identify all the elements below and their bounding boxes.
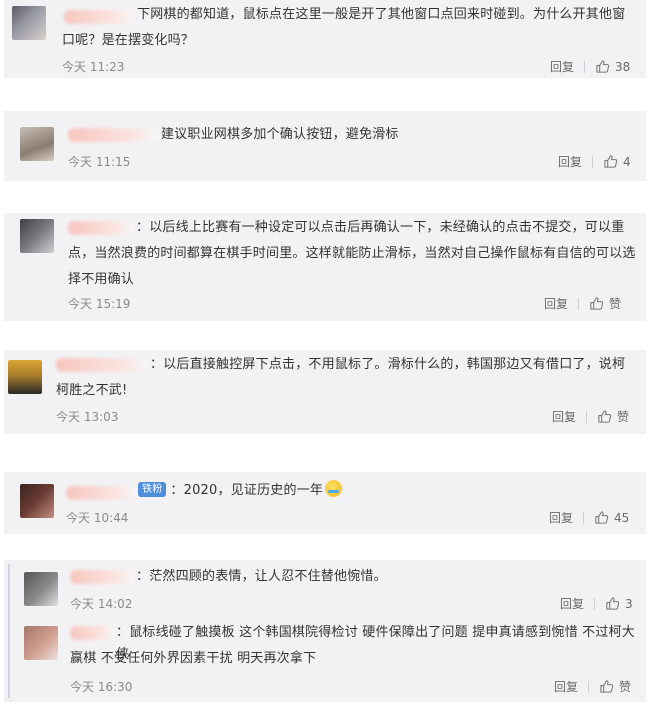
- avatar[interactable]: [20, 219, 54, 253]
- fan-badge: 铁粉: [138, 482, 167, 497]
- comment-card: ：以后直接触控屏下点击，不用鼠标了。滑标什么的，韩国那边又有借口了，说柯 柯胜之…: [4, 350, 646, 434]
- comment-actions: 回复 38: [550, 58, 630, 75]
- comment-text: 铁粉 ：2020，见证历史的一年: [138, 480, 343, 502]
- thumbs-up-icon: [600, 680, 614, 693]
- comment-text: 点，当然浪费的时间都算在棋手时间里。这样就能防止滑标，当然对自己操作鼠标有自信的…: [68, 246, 636, 261]
- username-blurred[interactable]: [64, 10, 134, 24]
- thumbs-up-icon: [595, 511, 609, 524]
- like-count: 4: [623, 154, 631, 169]
- username-blurred[interactable]: [70, 570, 134, 584]
- divider: [586, 410, 588, 423]
- avatar[interactable]: [20, 127, 54, 161]
- like-button[interactable]: 38: [595, 59, 630, 74]
- comment-card: ：以后线上比赛有一种设定可以点击后再确认一下，未经确认的点击不提交，可以重 点，…: [4, 213, 646, 321]
- crying-laugh-emoji-icon: [325, 480, 343, 497]
- like-button[interactable]: 赞: [599, 678, 631, 695]
- comment-text-body: ：2020，见证历史的一年: [170, 483, 324, 498]
- like-button[interactable]: 45: [594, 510, 629, 525]
- thread-line: [8, 564, 10, 698]
- reply-button[interactable]: 回复: [558, 153, 582, 170]
- comment-actions: 回复 赞: [552, 408, 629, 425]
- comment-time: 今天 15:19: [68, 297, 131, 311]
- like-count: 38: [615, 59, 631, 74]
- comment-time: 今天 11:15: [68, 155, 131, 169]
- comment-card: 建议职业网棋多加个确认按钮，避免滑标 今天 11:15 回复 4: [4, 111, 646, 181]
- avatar[interactable]: [24, 626, 58, 660]
- username-blurred[interactable]: [68, 221, 134, 235]
- username-blurred[interactable]: [68, 128, 158, 142]
- comment-card: 下网棋的都知道，鼠标点在这里一般是开了其他窗口点回来时碰到。为什么开其他窗 口呢…: [4, 0, 646, 78]
- comment-text: 建议职业网棋多加个确认按钮，避免滑标: [161, 127, 399, 142]
- reply-button[interactable]: 回复: [544, 295, 568, 312]
- comment-text: 下网棋的都知道，鼠标点在这里一般是开了其他窗口点回来时碰到。为什么开其他窗: [137, 4, 637, 26]
- like-button[interactable]: 赞: [597, 408, 629, 425]
- thumbs-up-icon: [606, 597, 620, 610]
- like-button[interactable]: 赞: [589, 295, 621, 312]
- comment-actions: 回复 4: [558, 153, 631, 170]
- like-button[interactable]: 3: [605, 596, 633, 611]
- comment-time: 今天 10:44: [66, 511, 129, 525]
- comment-text-line: 下网棋的都知道，鼠标点在这里一般是开了其他窗口点回来时碰到。为什么开其他窗: [137, 7, 626, 22]
- reply-button[interactable]: 回复: [550, 58, 574, 75]
- comment-actions: 回复 赞: [554, 678, 631, 695]
- comment-text: 柯胜之不武!: [56, 383, 128, 398]
- divider: [594, 597, 596, 610]
- comment-text: ：以后线上比赛有一种设定可以点击后再确认一下，未经确认的点击不提交，可以重: [136, 220, 625, 235]
- comment-text-line: 口呢？是在摆变化吗？: [62, 33, 195, 48]
- reply-button[interactable]: 回复: [554, 678, 578, 695]
- divider: [578, 297, 580, 310]
- like-count: 赞: [617, 410, 630, 424]
- avatar[interactable]: [8, 360, 42, 394]
- divider: [583, 511, 585, 524]
- comment-thread: ：茫然四顾的表情，让人忍不住替他惋惜。 今天 14:02 回复 3 ：鼠标线碰了…: [4, 560, 646, 702]
- like-button[interactable]: 4: [603, 154, 631, 169]
- comment-actions: 回复 赞: [544, 295, 621, 312]
- divider: [588, 680, 590, 693]
- thumbs-up-icon: [604, 155, 618, 168]
- username-blurred[interactable]: [66, 486, 136, 500]
- comment-time: 今天 16:30: [70, 680, 133, 694]
- like-count: 赞: [619, 680, 632, 694]
- comment-actions: 回复 3: [560, 595, 633, 612]
- comment-time: 今天 14:02: [70, 597, 133, 611]
- like-count: 赞: [609, 297, 622, 311]
- avatar[interactable]: [20, 484, 54, 518]
- username-blurred[interactable]: [70, 626, 114, 640]
- thumbs-up-icon: [590, 297, 604, 310]
- comment-actions: 回复 45: [549, 509, 629, 526]
- comment-text: ：以后直接触控屏下点击，不用鼠标了。滑标什么的，韩国那边又有借口了，说柯: [150, 357, 626, 372]
- reply-button[interactable]: 回复: [552, 408, 576, 425]
- reply-button[interactable]: 回复: [549, 509, 573, 526]
- comment-card: 铁粉 ：2020，见证历史的一年 今天 10:44 回复 45: [4, 472, 646, 534]
- reply-button[interactable]: 回复: [560, 595, 584, 612]
- like-count: 3: [625, 596, 633, 611]
- comment-text: ：茫然四顾的表情，让人忍不住替他惋惜。: [136, 569, 387, 584]
- avatar[interactable]: [24, 572, 58, 606]
- comment-text: 择不用确认: [68, 272, 135, 287]
- thumbs-up-icon: [598, 410, 612, 423]
- like-count: 45: [614, 510, 630, 525]
- comment-time: 今天 13:03: [56, 410, 119, 424]
- divider: [592, 155, 594, 168]
- comment-text: 赢棋 不受任何外界因素干扰 明天再次拿下: [70, 651, 317, 666]
- avatar[interactable]: [12, 6, 46, 40]
- comment-time: 今天 11:23: [62, 60, 125, 74]
- comment-text: 口呢？是在摆变化吗？: [62, 30, 562, 52]
- thumbs-up-icon: [596, 60, 610, 73]
- divider: [584, 60, 586, 73]
- username-blurred[interactable]: [56, 358, 148, 372]
